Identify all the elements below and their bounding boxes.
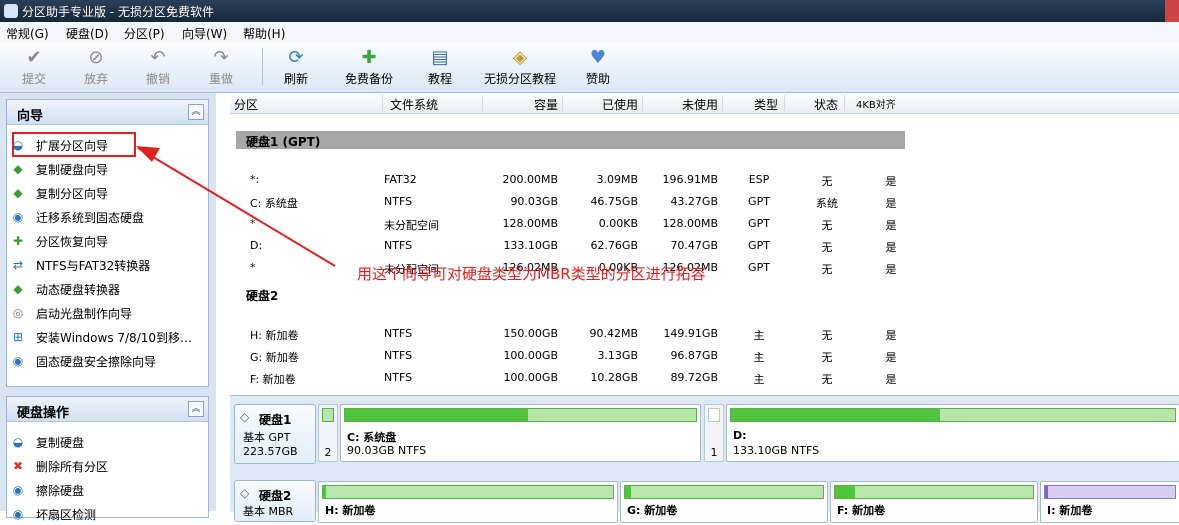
partition-f-block[interactable]: F: 新加卷 <box>830 481 1038 523</box>
partition-i-block[interactable]: I: 新加卷 <box>1040 481 1179 523</box>
disk1-card[interactable]: ◇ 硬盘1 基本 GPT 223.57GB <box>234 404 316 464</box>
disk-icon: ◇ <box>240 486 250 500</box>
partition-c-block[interactable]: C: 系统盘 90.03GB NTFS <box>340 404 701 462</box>
disk-icon: ◇ <box>240 410 250 424</box>
partition-g-block[interactable]: G: 新加卷 <box>620 481 828 523</box>
usage-fill <box>731 409 940 421</box>
partition-h-block[interactable]: H: 新加卷 <box>318 481 618 523</box>
disk1-esp-partition[interactable]: 2 <box>318 404 338 462</box>
annotation-text: 用这个向导可对硬盘类型为MBR类型的分区进行拓容 <box>357 265 706 283</box>
unallocated-block[interactable]: 1 <box>704 404 724 462</box>
partition-d-block[interactable]: D: 133.10GB NTFS <box>726 404 1179 462</box>
disk2-card[interactable]: ◇ 硬盘2 基本 MBR <box>234 480 316 522</box>
usage-fill <box>345 409 528 421</box>
